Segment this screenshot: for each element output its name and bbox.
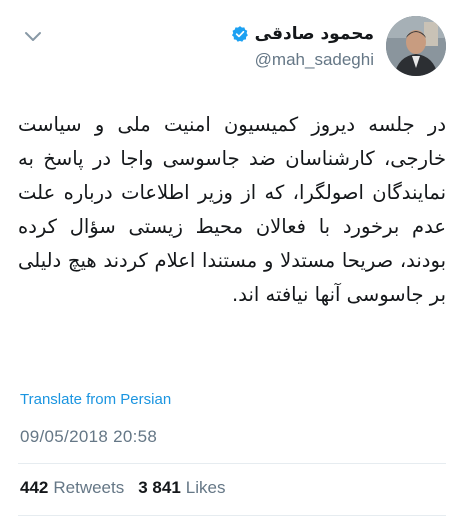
engagement-stats: 442 Retweets 3 841 Likes: [20, 478, 225, 498]
name-row: محمود صادقی: [231, 24, 374, 44]
likes-stat[interactable]: 3 841 Likes: [138, 478, 225, 498]
tweet-body: در جلسه دیروز کمیسیون امنیت ملی و سیاست …: [18, 113, 446, 306]
author-info[interactable]: محمود صادقی @mah_sadeghi: [231, 24, 374, 70]
likes-label: Likes: [185, 478, 226, 497]
verified-badge-icon: [231, 26, 248, 42]
divider: [18, 463, 446, 464]
likes-count: 3 841: [138, 478, 181, 497]
retweets-label: Retweets: [53, 478, 125, 497]
chevron-down-icon[interactable]: [24, 30, 42, 44]
tweet-timestamp[interactable]: 09/05/2018 20:58: [20, 427, 157, 447]
display-name[interactable]: محمود صادقی: [255, 24, 374, 44]
user-handle[interactable]: @mah_sadeghi: [231, 50, 374, 70]
profile-photo-icon: [386, 16, 446, 76]
retweets-count: 442: [20, 478, 49, 497]
retweets-stat[interactable]: 442 Retweets: [20, 478, 124, 498]
translate-link[interactable]: Translate from Persian: [20, 391, 171, 408]
tweet-header: محمود صادقی @mah_sadeghi: [18, 12, 446, 82]
divider: [18, 515, 446, 516]
avatar[interactable]: [386, 16, 446, 76]
